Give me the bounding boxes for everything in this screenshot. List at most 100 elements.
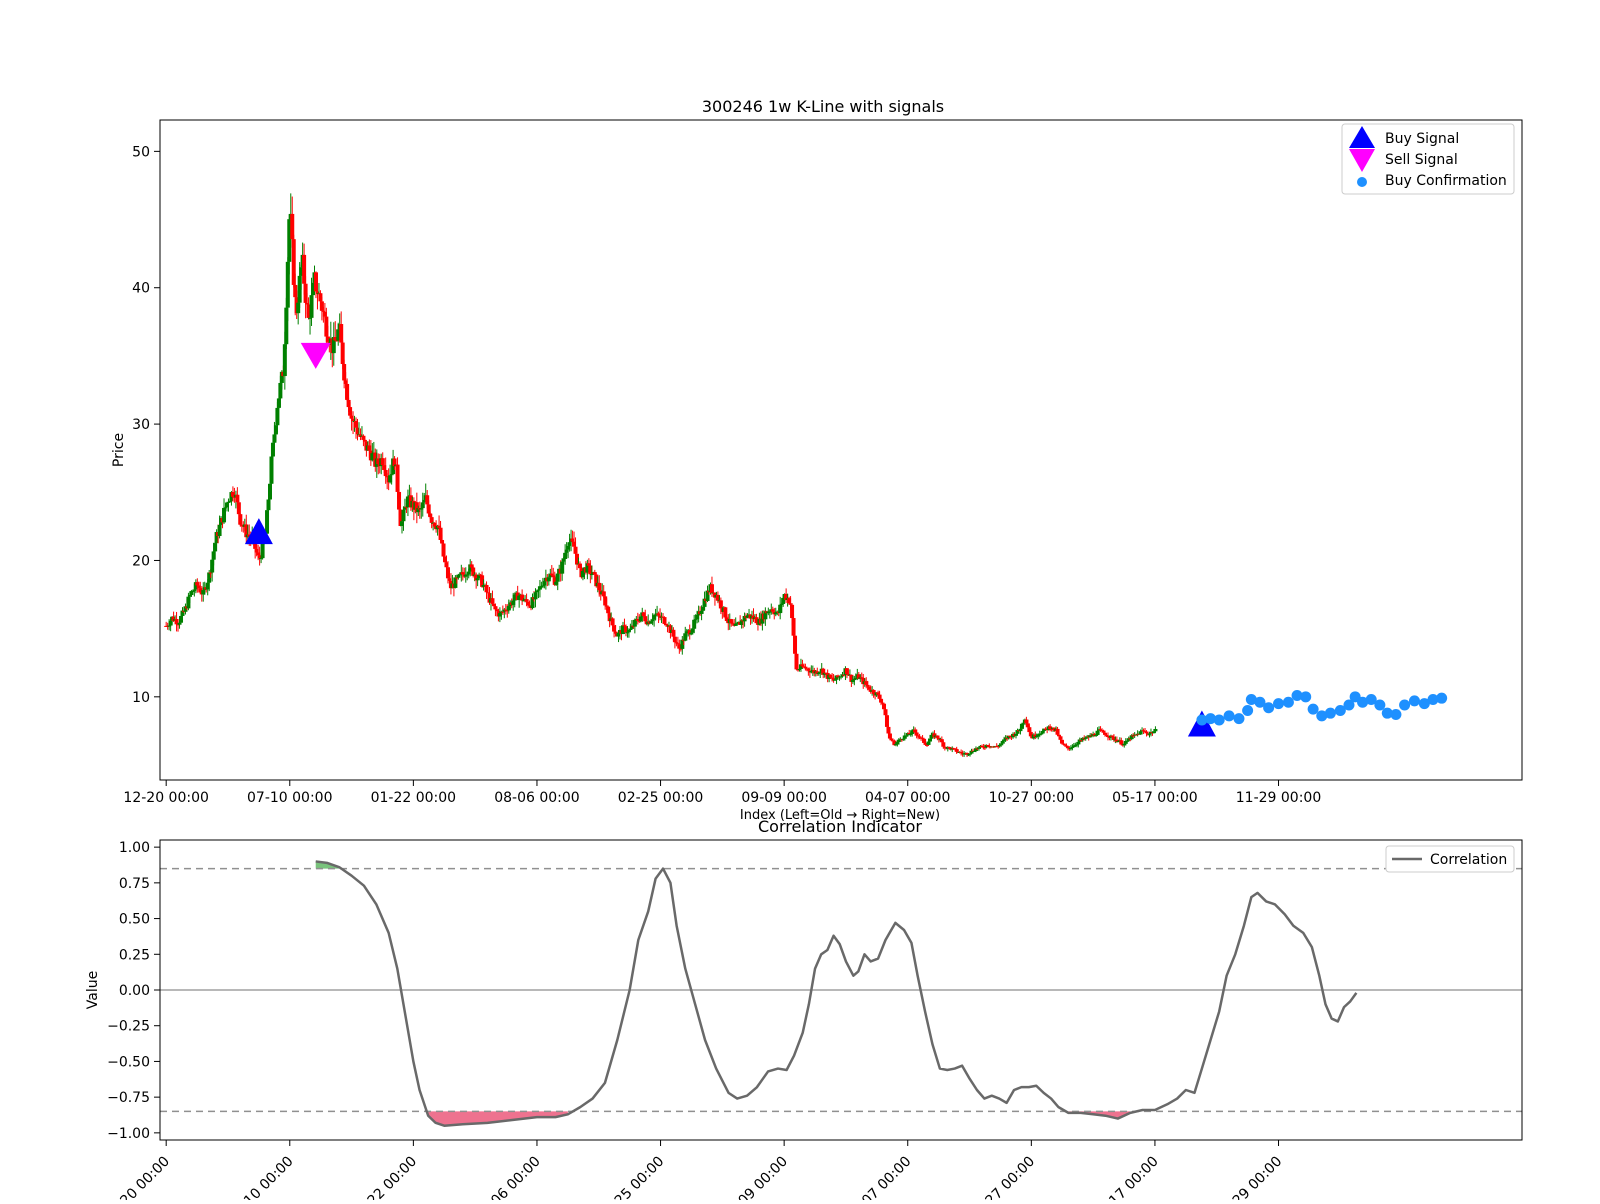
x-tick-label: 04-07 00:00: [865, 790, 950, 806]
price-chart-title: 300246 1w K-Line with signals: [702, 97, 944, 116]
candle-body: [260, 542, 265, 559]
candle-body: [309, 295, 314, 318]
buy-confirmation-point: [1300, 691, 1312, 703]
y-tick-label: 0.75: [119, 876, 150, 892]
candle-body: [926, 741, 931, 745]
candle-body: [236, 502, 241, 515]
candle-body: [213, 543, 218, 552]
candle-body: [573, 546, 578, 554]
legend-buy-confirmation-label: Buy Confirmation: [1385, 173, 1507, 189]
y-tick-label: 0.25: [119, 947, 150, 963]
buy-confirmation-point: [1263, 702, 1275, 714]
candle-body: [718, 600, 723, 609]
x-tick-label: 10-27 00:00: [989, 790, 1074, 806]
candle-body: [844, 668, 849, 675]
legend-sell-signal-label: Sell Signal: [1385, 152, 1458, 168]
buy-confirmation-point: [1273, 698, 1285, 710]
candle-body: [592, 572, 597, 575]
x-tick-label: 05-17 00:00: [1090, 1154, 1162, 1200]
candle-body: [389, 474, 394, 476]
candle-body: [555, 573, 560, 582]
buy-confirmation-point: [1213, 714, 1225, 726]
y-tick-label: 40: [132, 281, 150, 297]
candle-body: [1058, 736, 1063, 740]
y-tick-label: −1.00: [107, 1126, 150, 1142]
price-y-label: Price: [111, 433, 127, 467]
correlation-chart-title: Correlation Indicator: [758, 817, 922, 836]
buy-confirmation-point: [1223, 710, 1235, 722]
x-tick-label: 02-25 00:00: [596, 1154, 668, 1200]
y-tick-label: 0.00: [119, 983, 150, 999]
buy-confirmation-point: [1233, 713, 1245, 725]
candle-body: [401, 509, 406, 522]
y-tick-label: 1.00: [119, 840, 150, 856]
correlation-line: [315, 860, 1358, 1127]
price-plot-area: [164, 193, 1448, 758]
legend-correlation-label: Correlation: [1430, 852, 1507, 868]
candle-body: [395, 464, 400, 492]
x-tick-label: 08-06 00:00: [472, 1154, 544, 1200]
buy-confirmation-point: [1242, 704, 1254, 716]
candle-body: [791, 618, 796, 636]
y-tick-label: −0.75: [107, 1090, 150, 1106]
correlation-y-label: Value: [85, 971, 101, 1009]
candle-body: [723, 607, 728, 618]
x-tick-label: 08-06 00:00: [494, 790, 579, 806]
candle-body: [238, 514, 243, 525]
candle-body: [794, 653, 799, 670]
buy-confirmation-point: [1390, 709, 1402, 721]
x-tick-label: 12-20 00:00: [101, 1154, 173, 1200]
y-tick-label: 20: [132, 553, 150, 569]
candle-body: [1094, 734, 1099, 736]
price-axes-frame: [159, 119, 1523, 781]
y-tick-label: 50: [132, 144, 150, 160]
buy-confirmation-point: [1374, 699, 1386, 711]
y-tick-label: 30: [132, 417, 150, 433]
buy-confirmation-point: [1307, 703, 1319, 715]
correlation-chart: Correlation Indicator −1.00 −0.75 −0.50 −0.…: [85, 817, 1523, 1204]
price-x-ticks: 12-20 00:00 07-10 00:00 01-22 00:00 08-06 0…: [123, 780, 1321, 806]
y-tick-label: 0.50: [119, 912, 150, 928]
buy-confirmation-point: [1324, 707, 1336, 719]
buy-confirmation-point: [1436, 692, 1448, 704]
x-tick-label: 09-09 00:00: [741, 790, 826, 806]
x-tick-label: 01-22 00:00: [348, 1154, 420, 1200]
x-tick-label: 07-10 00:00: [225, 1154, 297, 1200]
candle-body: [362, 439, 367, 442]
candle-body: [1153, 728, 1158, 732]
x-tick-label: 11-29 00:00: [1236, 790, 1321, 806]
buy-confirmation-point: [1408, 695, 1420, 707]
candle-body: [887, 733, 892, 739]
candle-body: [275, 407, 280, 426]
x-tick-label: 09-09 00:00: [719, 1154, 791, 1200]
candle-body: [226, 501, 231, 503]
price-legend: Buy Signal Sell Signal Buy Confirmation: [1341, 123, 1515, 195]
correlation-plot-area: [160, 860, 1522, 1127]
x-tick-label: 07-10 00:00: [247, 790, 332, 806]
x-tick-label: 11-29 00:00: [1214, 1154, 1286, 1200]
x-tick-label: 04-07 00:00: [843, 1154, 915, 1200]
x-tick-label: 02-25 00:00: [618, 790, 703, 806]
correlation-legend: Correlation: [1385, 845, 1515, 873]
buy-confirmation-point: [1282, 696, 1294, 708]
low-correlation-fill: [428, 1111, 568, 1126]
price-y-ticks: 10 20 30 40 50: [132, 144, 160, 706]
x-tick-label: 05-17 00:00: [1112, 790, 1197, 806]
candle-body: [339, 324, 344, 343]
chart-canvas: 300246 1w K-Line with signals 10 20 30 40 50…: [85, 97, 1523, 1204]
candle-body: [914, 732, 919, 736]
x-tick-label: 01-22 00:00: [371, 790, 456, 806]
y-tick-label: 10: [132, 690, 150, 706]
candle-body: [420, 502, 425, 509]
x-tick-label: 12-20 00:00: [123, 790, 208, 806]
y-tick-label: −0.50: [107, 1054, 150, 1070]
correlation-x-ticks: 12-20 00:00 07-10 00:00 01-22 00:00 08-06 0…: [101, 1140, 1286, 1204]
correlation-y-ticks: −1.00 −0.75 −0.50 −0.25 0.00 0.25 0.50 0.75 1.00: [107, 840, 160, 1142]
x-tick-label: 10-27 00:00: [966, 1154, 1038, 1200]
legend-buy-confirmation-marker: [1357, 177, 1367, 187]
candle-body: [672, 636, 677, 643]
buy-confirmation-point: [1399, 699, 1411, 711]
candle-body: [865, 684, 870, 687]
candle-body: [1018, 728, 1023, 732]
candle-body: [610, 618, 615, 626]
